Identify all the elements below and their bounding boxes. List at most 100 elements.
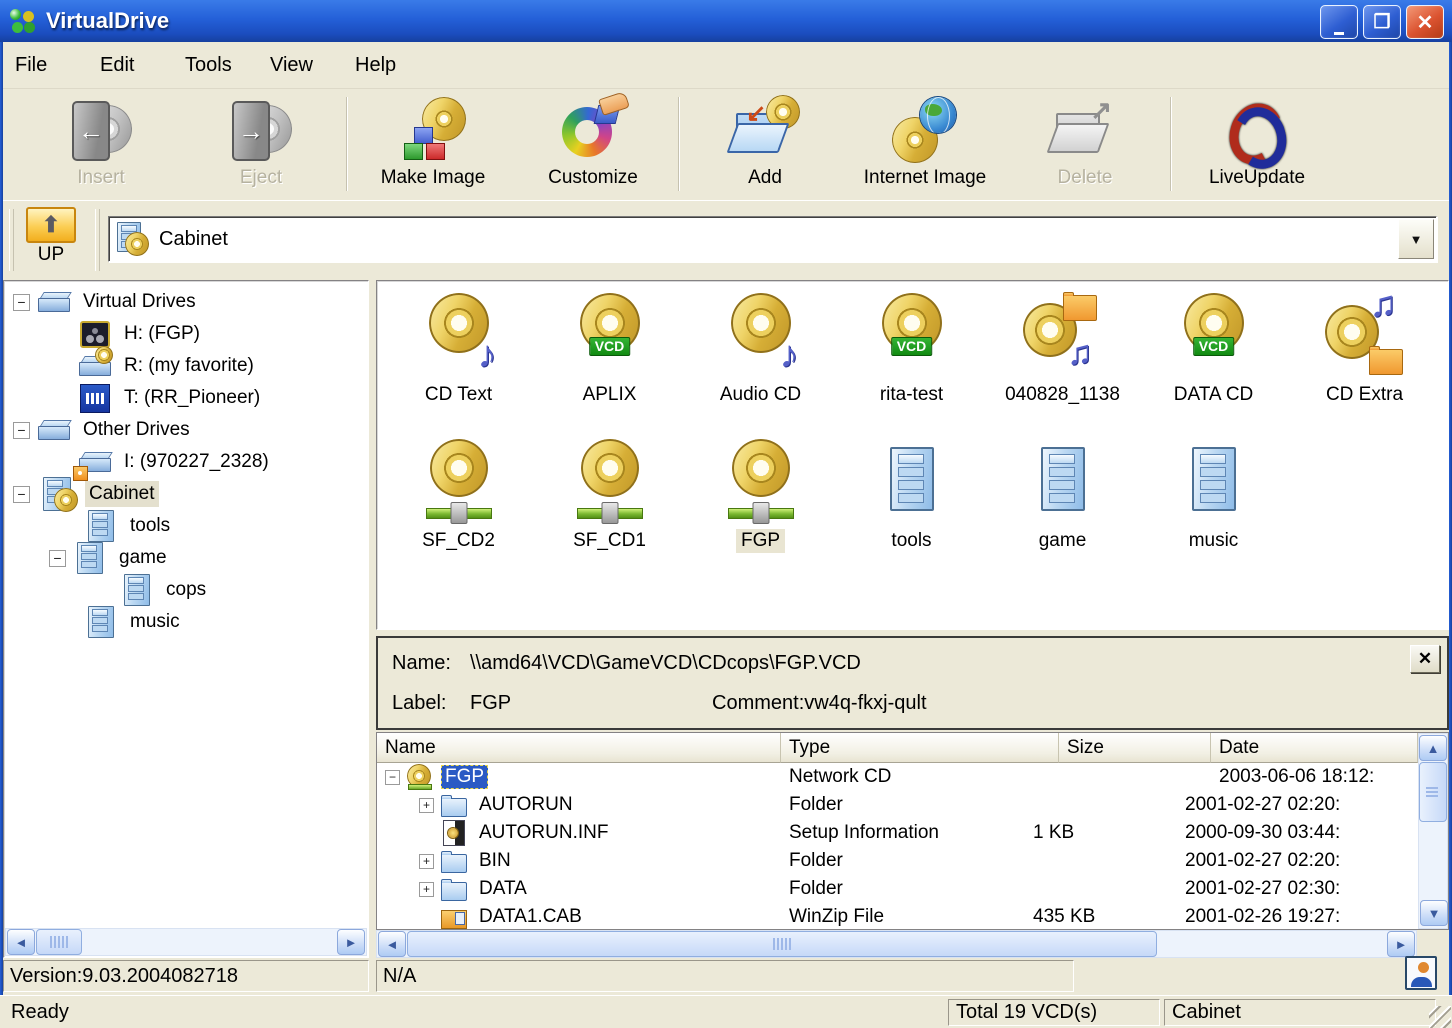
folder-icon xyxy=(439,792,469,818)
collapse-box-icon[interactable] xyxy=(49,549,66,567)
resize-grip[interactable] xyxy=(1429,1006,1451,1028)
cd-music-icon xyxy=(721,293,801,381)
liveupdate-button[interactable]: LiveUpdate xyxy=(1177,93,1337,197)
table-vertical-scrollbar[interactable] xyxy=(1418,733,1448,929)
scroll-right-icon[interactable] xyxy=(1387,931,1415,957)
scroll-left-icon[interactable] xyxy=(378,931,406,957)
vcd-item-sf-cd1[interactable]: SF_CD1 xyxy=(534,439,685,569)
tree-item-music[interactable]: music xyxy=(5,606,367,638)
table-horizontal-scrollbar[interactable] xyxy=(376,930,1417,958)
toolbar-grip xyxy=(9,209,14,271)
toolbar: ← Insert → Eject Make Image Customize ↙ … xyxy=(3,88,1449,200)
dropdown-arrow-icon[interactable] xyxy=(1398,219,1434,259)
vcd-item-fgp[interactable]: FGP xyxy=(685,439,836,569)
title-bar: VirtualDrive xyxy=(0,0,1452,42)
menu-help[interactable]: Help xyxy=(343,54,428,77)
tree-item-game[interactable]: game xyxy=(5,542,367,574)
column-header-type[interactable]: Type xyxy=(781,733,1059,763)
menu-tools[interactable]: Tools xyxy=(173,54,258,77)
vcd-item-040828-1138[interactable]: 040828_1138 xyxy=(987,292,1138,423)
scroll-left-icon[interactable] xyxy=(7,929,35,955)
vcd-item-cd-extra[interactable]: CD Extra xyxy=(1289,293,1440,423)
column-header-name[interactable]: Name xyxy=(377,733,781,763)
minimize-icon xyxy=(1334,12,1344,33)
tree-item-drive-t[interactable]: T: (RR_Pioneer) xyxy=(5,382,367,414)
table-row[interactable]: AUTORUN Folder 2001-02-27 02:20: xyxy=(377,791,1418,819)
customize-button[interactable]: Customize xyxy=(513,91,673,197)
expand-box-icon[interactable] xyxy=(419,853,434,869)
vcd-item-cd-text[interactable]: CD Text xyxy=(383,293,534,423)
locked-drive-icon xyxy=(73,446,113,481)
cabinet-cd-icon xyxy=(36,477,78,512)
details-panel: Name: \\amd64\VCD\GameVCD\CDcops\FGP.VCD… xyxy=(376,636,1449,958)
scrollbar-thumb[interactable] xyxy=(36,929,82,955)
vcd-item-tools[interactable]: tools xyxy=(836,439,987,569)
network-cd-icon xyxy=(570,439,650,527)
tree-item-virtual-drives[interactable]: Virtual Drives xyxy=(5,286,367,318)
internet-image-button[interactable]: Internet Image xyxy=(845,93,1005,197)
vcd-item-game[interactable]: game xyxy=(987,439,1138,569)
table-row[interactable]: BIN Folder 2001-02-27 02:20: xyxy=(377,847,1418,875)
column-header-size[interactable]: Size xyxy=(1059,733,1211,763)
close-button[interactable] xyxy=(1406,5,1444,39)
network-cd-icon xyxy=(721,439,801,527)
vcd-item-music[interactable]: music xyxy=(1138,439,1289,569)
menu-file[interactable]: File xyxy=(3,54,88,77)
menu-edit[interactable]: Edit xyxy=(88,54,173,77)
collapse-box-icon[interactable] xyxy=(13,421,30,439)
maximize-button[interactable] xyxy=(1363,5,1401,39)
tree-item-cops[interactable]: cops xyxy=(5,574,367,606)
table-row[interactable]: DATA1.CAB WinZip File 435 KB 2001-02-26 … xyxy=(377,903,1418,929)
tree-horizontal-scrollbar[interactable] xyxy=(5,928,367,956)
table-row[interactable]: FGP Network CD 2003-06-06 18:12: xyxy=(377,763,1418,791)
up-arrow-icon xyxy=(26,207,76,243)
location-value: Cabinet xyxy=(159,227,228,250)
current-location-panel: Cabinet xyxy=(1164,999,1436,1026)
vcd-item-sf-cd2[interactable]: SF_CD2 xyxy=(383,439,534,569)
table-row[interactable]: AUTORUN.INF Setup Information 1 KB 2000-… xyxy=(377,819,1418,847)
status-bar: Ready Total 19 VCD(s) Cabinet xyxy=(0,995,1452,1028)
vcd-item-aplix[interactable]: VCD APLIX xyxy=(534,293,685,423)
close-icon xyxy=(1417,10,1434,35)
add-button[interactable]: Add xyxy=(685,93,845,197)
status-message: Ready xyxy=(11,1001,69,1023)
column-header-date[interactable]: Date xyxy=(1211,733,1418,763)
menu-view[interactable]: View xyxy=(258,54,343,77)
collapse-box-icon[interactable] xyxy=(385,769,400,785)
scroll-down-icon[interactable] xyxy=(1420,900,1448,926)
tree-item-cabinet[interactable]: Cabinet xyxy=(5,477,367,512)
tree-item-drive-i[interactable]: I: (970227_2328) xyxy=(5,446,367,481)
support-icon[interactable] xyxy=(1405,956,1437,990)
toolbar-separator xyxy=(678,97,680,191)
vcd-comment: Comment:vw4q-fkxj-qult xyxy=(712,692,927,714)
scroll-up-icon[interactable] xyxy=(1419,735,1447,761)
window-title: VirtualDrive xyxy=(46,8,170,33)
vcd-item-data-cd[interactable]: VCD DATA CD xyxy=(1138,293,1289,423)
table-body: FGP Network CD 2003-06-06 18:12: AUTORUN… xyxy=(377,763,1418,929)
setup-info-icon xyxy=(439,820,469,846)
vcd-item-rita-test[interactable]: VCD rita-test xyxy=(836,293,987,423)
collapse-box-icon[interactable] xyxy=(13,293,30,311)
tree-item-other-drives[interactable]: Other Drives xyxy=(5,414,367,446)
make-image-button[interactable]: Make Image xyxy=(353,93,513,197)
liveupdate-icon xyxy=(1224,97,1290,163)
label-label: Label: xyxy=(392,692,447,714)
location-combobox[interactable]: Cabinet xyxy=(108,216,1437,262)
vcd-item-audio-cd[interactable]: Audio CD xyxy=(685,293,836,423)
scrollbar-thumb[interactable] xyxy=(407,931,1158,957)
cd-music-icon xyxy=(419,293,499,381)
tree-item-drive-r[interactable]: R: (my favorite) xyxy=(5,346,367,382)
scrollbar-thumb[interactable] xyxy=(1419,762,1447,822)
scroll-right-icon[interactable] xyxy=(337,929,365,955)
collapse-box-icon[interactable] xyxy=(13,485,30,503)
cabinet-cd-icon xyxy=(117,222,149,256)
tree-item-tools[interactable]: tools xyxy=(5,510,367,542)
up-button[interactable]: UP xyxy=(19,207,83,271)
expand-box-icon[interactable] xyxy=(419,881,434,897)
expand-box-icon[interactable] xyxy=(419,797,434,813)
minimize-button[interactable] xyxy=(1320,5,1358,39)
cabinet-small-icon xyxy=(83,606,119,638)
tree-item-drive-h[interactable]: H: (FGP) xyxy=(5,318,367,350)
details-close-button[interactable] xyxy=(1410,645,1440,673)
table-row[interactable]: DATA Folder 2001-02-27 02:30: xyxy=(377,875,1418,903)
